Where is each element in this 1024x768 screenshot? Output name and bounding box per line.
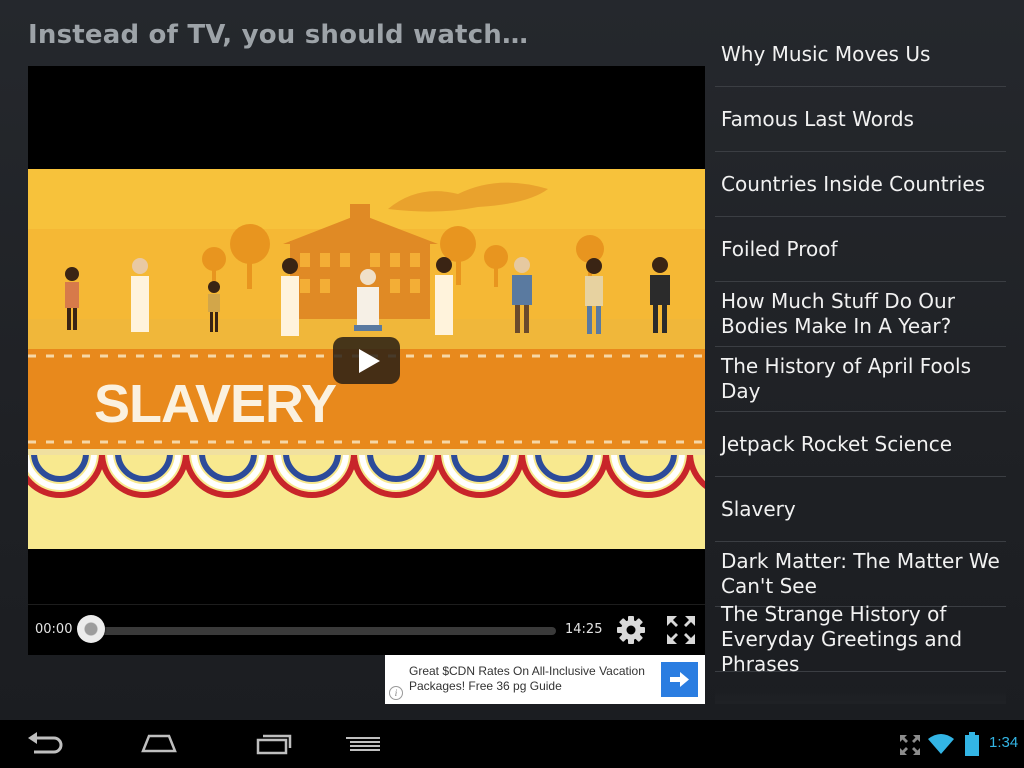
ad-open-button[interactable] bbox=[661, 662, 698, 697]
total-time: 14:25 bbox=[565, 622, 603, 637]
list-item[interactable]: How Much Stuff Do Our Bodies Make In A Y… bbox=[715, 282, 1006, 347]
current-time: 00:00 bbox=[35, 622, 73, 637]
list-item-label: Foiled Proof bbox=[721, 236, 838, 261]
list-item[interactable]: Foiled Proof bbox=[715, 217, 1006, 282]
back-button[interactable] bbox=[26, 730, 64, 758]
ad-text: Great $CDN Rates On All-Inclusive Vacati… bbox=[409, 664, 645, 693]
recent-apps-button[interactable] bbox=[255, 730, 293, 758]
list-item-label: Jetpack Rocket Science bbox=[721, 431, 953, 456]
list-item-label: Slavery bbox=[721, 496, 796, 521]
player-controls: 00:00 14:25 bbox=[28, 604, 705, 655]
seek-handle[interactable] bbox=[77, 615, 105, 643]
list-item[interactable]: Dark Matter: The Matter We Can't See bbox=[715, 542, 1006, 607]
gear-icon[interactable] bbox=[616, 615, 646, 645]
play-button[interactable] bbox=[333, 337, 400, 384]
home-icon bbox=[141, 734, 177, 753]
menu-button[interactable] bbox=[344, 730, 382, 758]
ad-banner[interactable]: Great $CDN Rates On All-Inclusive Vacati… bbox=[385, 655, 705, 704]
recent-apps-icon bbox=[256, 734, 292, 755]
list-item[interactable]: Countries Inside Countries bbox=[715, 152, 1006, 217]
battery-icon bbox=[965, 732, 979, 756]
fullscreen-icon[interactable] bbox=[665, 614, 697, 646]
list-item-label: Famous Last Words bbox=[721, 106, 914, 131]
video-list: Why Music Moves Us Famous Last Words Cou… bbox=[715, 22, 1006, 704]
video-thumbnail[interactable]: SLAVERY bbox=[28, 169, 705, 549]
system-nav-bar: 1:34 bbox=[0, 720, 1024, 768]
menu-icon bbox=[346, 737, 380, 751]
list-item-label: The Strange History of Everyday Greeting… bbox=[721, 601, 963, 676]
back-icon bbox=[28, 732, 63, 754]
list-item-label: Dark Matter: The Matter We Can't See bbox=[721, 549, 1000, 598]
home-button[interactable] bbox=[140, 730, 178, 758]
video-overlay-title: SLAVERY bbox=[94, 374, 337, 434]
wifi-icon bbox=[928, 734, 954, 754]
info-icon[interactable]: i bbox=[389, 686, 403, 700]
arrow-right-icon bbox=[670, 672, 689, 687]
screen-rotate-icon bbox=[900, 735, 920, 755]
list-item[interactable]: Famous Last Words bbox=[715, 87, 1006, 152]
list-item[interactable]: Why Music Moves Us bbox=[715, 22, 1006, 87]
app-screen: Instead of TV, you should watch… SLAVERY… bbox=[0, 0, 1024, 720]
video-player[interactable]: SLAVERY 00:00 14:25 bbox=[28, 66, 705, 655]
list-item-label: How Much Stuff Do Our Bodies Make In A Y… bbox=[721, 289, 955, 338]
page-title: Instead of TV, you should watch… bbox=[28, 20, 529, 50]
seek-bar[interactable] bbox=[94, 627, 556, 635]
list-item[interactable]: The Strange History of Everyday Greeting… bbox=[715, 602, 1006, 676]
status-clock: 1:34 bbox=[989, 734, 1019, 751]
list-item[interactable]: The History of April Fools Day bbox=[715, 347, 1006, 412]
list-item[interactable]: Slavery bbox=[715, 477, 1006, 542]
list-item[interactable]: Jetpack Rocket Science bbox=[715, 412, 1006, 477]
list-item-label: The History of April Fools Day bbox=[721, 354, 972, 403]
list-item-label: Countries Inside Countries bbox=[721, 171, 986, 196]
list-item-label: Why Music Moves Us bbox=[721, 41, 931, 66]
list-scroll-fade bbox=[715, 688, 1006, 704]
